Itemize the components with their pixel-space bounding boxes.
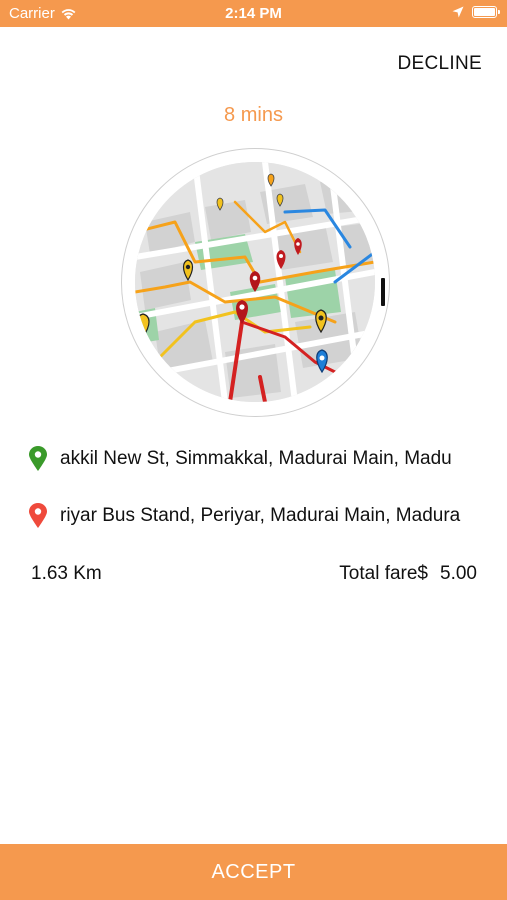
pickup-address: akkil New St, Simmakkal, Madurai Main, M… [60,448,452,469]
accept-button[interactable]: ACCEPT [0,844,507,900]
status-time: 2:14 PM [225,5,282,22]
fare-amount: 5.00 [440,563,477,584]
map-image [135,162,375,402]
pickup-address-row: akkil New St, Simmakkal, Madurai Main, M… [28,443,483,475]
green-location-pin-icon [29,446,47,471]
red-location-pin-icon [29,503,47,528]
city-map-icon [135,162,375,402]
map-thumbnail [121,148,390,417]
dropoff-address-row: riyar Bus Stand, Periyar, Madurai Main, … [28,500,483,532]
total-fare: Total fare$ 5.00 [339,563,477,585]
decline-button[interactable]: DECLINE [398,53,482,75]
fare-label: Total fare$ [339,563,429,584]
dropoff-address: riyar Bus Stand, Periyar, Madurai Main, … [60,505,461,526]
eta-text: 8 mins [224,104,283,126]
status-bar: Carrier 2:14 PM [0,0,507,27]
status-right [452,6,500,18]
location-arrow-icon [452,6,464,18]
battery-icon [472,6,500,18]
scroll-indicator [381,278,385,306]
trip-distance: 1.63 Km [31,563,102,584]
